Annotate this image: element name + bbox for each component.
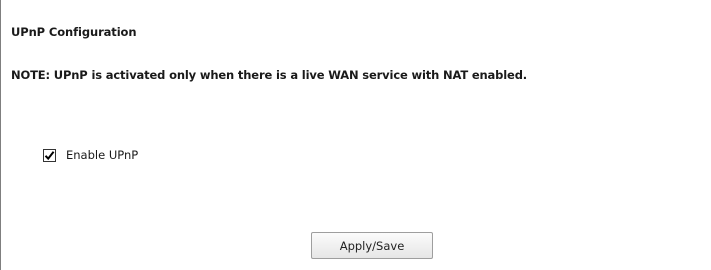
upnp-note: NOTE: UPnP is activated only when there … <box>11 68 527 82</box>
enable-upnp-checkbox[interactable] <box>43 148 56 162</box>
enable-upnp-label: Enable UPnP <box>66 148 139 162</box>
apply-save-button[interactable]: Apply/Save <box>311 232 433 259</box>
page-title: UPnP Configuration <box>11 25 137 39</box>
enable-upnp-row: Enable UPnP <box>43 148 138 162</box>
upnp-config-panel: UPnP Configuration NOTE: UPnP is activat… <box>0 0 711 270</box>
checkmark-icon <box>44 150 55 160</box>
